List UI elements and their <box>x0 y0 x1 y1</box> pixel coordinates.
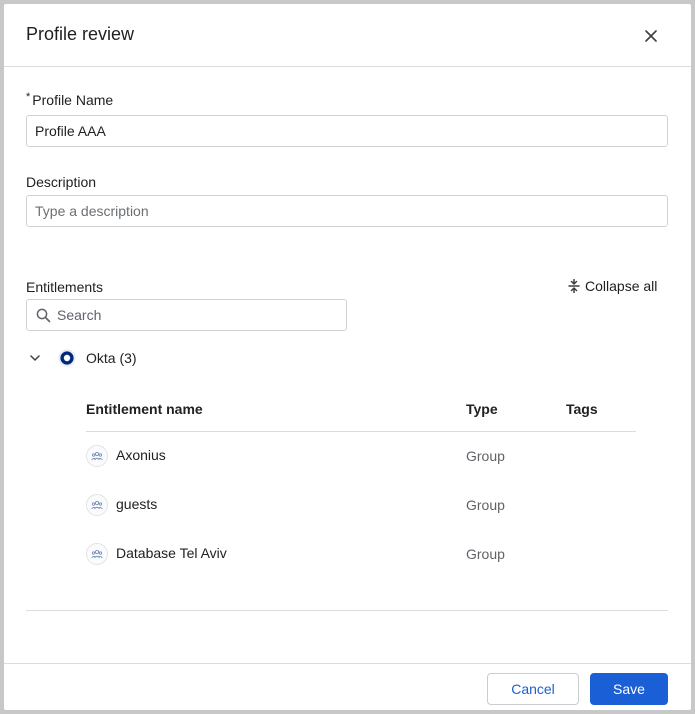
collapse-vertical-icon <box>568 279 580 293</box>
entitlement-name: Database Tel Aviv <box>116 545 227 561</box>
group-icon <box>86 543 108 565</box>
collapse-all-label: Collapse all <box>585 278 658 294</box>
description-input[interactable] <box>26 195 668 227</box>
entitlement-type: Group <box>466 546 505 562</box>
required-mark: * <box>26 91 31 103</box>
group-icon <box>86 494 108 516</box>
dialog-title: Profile review <box>26 24 135 44</box>
search-input[interactable] <box>57 300 342 330</box>
dialog-footer: Cancel Save <box>4 663 691 710</box>
okta-logo-icon <box>58 349 76 367</box>
okta-group-label: Okta (3) <box>86 350 137 366</box>
profile-name-label: * Profile Name <box>26 91 114 108</box>
section-divider <box>26 610 668 611</box>
save-button[interactable]: Save <box>590 673 668 705</box>
close-button[interactable] <box>640 25 662 47</box>
table-header-divider <box>86 431 636 432</box>
table-row[interactable]: Axonius Group <box>86 444 636 468</box>
chevron-down-icon[interactable] <box>26 349 44 367</box>
entitlement-type: Group <box>466 448 505 464</box>
column-header-type: Type <box>466 401 498 417</box>
cancel-button[interactable]: Cancel <box>487 673 579 705</box>
description-label: Description <box>26 174 97 190</box>
collapse-all-button[interactable]: Collapse all <box>568 278 657 294</box>
column-header-tags: Tags <box>566 401 598 417</box>
table-row[interactable]: guests Group <box>86 493 636 517</box>
column-header-name: Entitlement name <box>86 401 203 417</box>
profile-name-label-text: Profile Name <box>32 92 114 108</box>
search-icon <box>36 308 51 323</box>
profile-name-input[interactable] <box>26 115 668 147</box>
entitlements-search <box>26 299 347 331</box>
okta-group-header[interactable]: Okta (3) <box>26 347 137 369</box>
dialog-header: Profile review <box>4 4 691 67</box>
entitlement-type: Group <box>466 497 505 513</box>
entitlement-name: guests <box>116 496 158 512</box>
group-icon <box>86 445 108 467</box>
entitlements-label: Entitlements <box>26 279 104 295</box>
entitlement-name: Axonius <box>116 447 166 463</box>
profile-review-dialog: Profile review *Profile Name Description… <box>4 4 691 710</box>
table-row[interactable]: Database Tel Aviv Group <box>86 542 636 566</box>
close-icon <box>645 30 657 42</box>
